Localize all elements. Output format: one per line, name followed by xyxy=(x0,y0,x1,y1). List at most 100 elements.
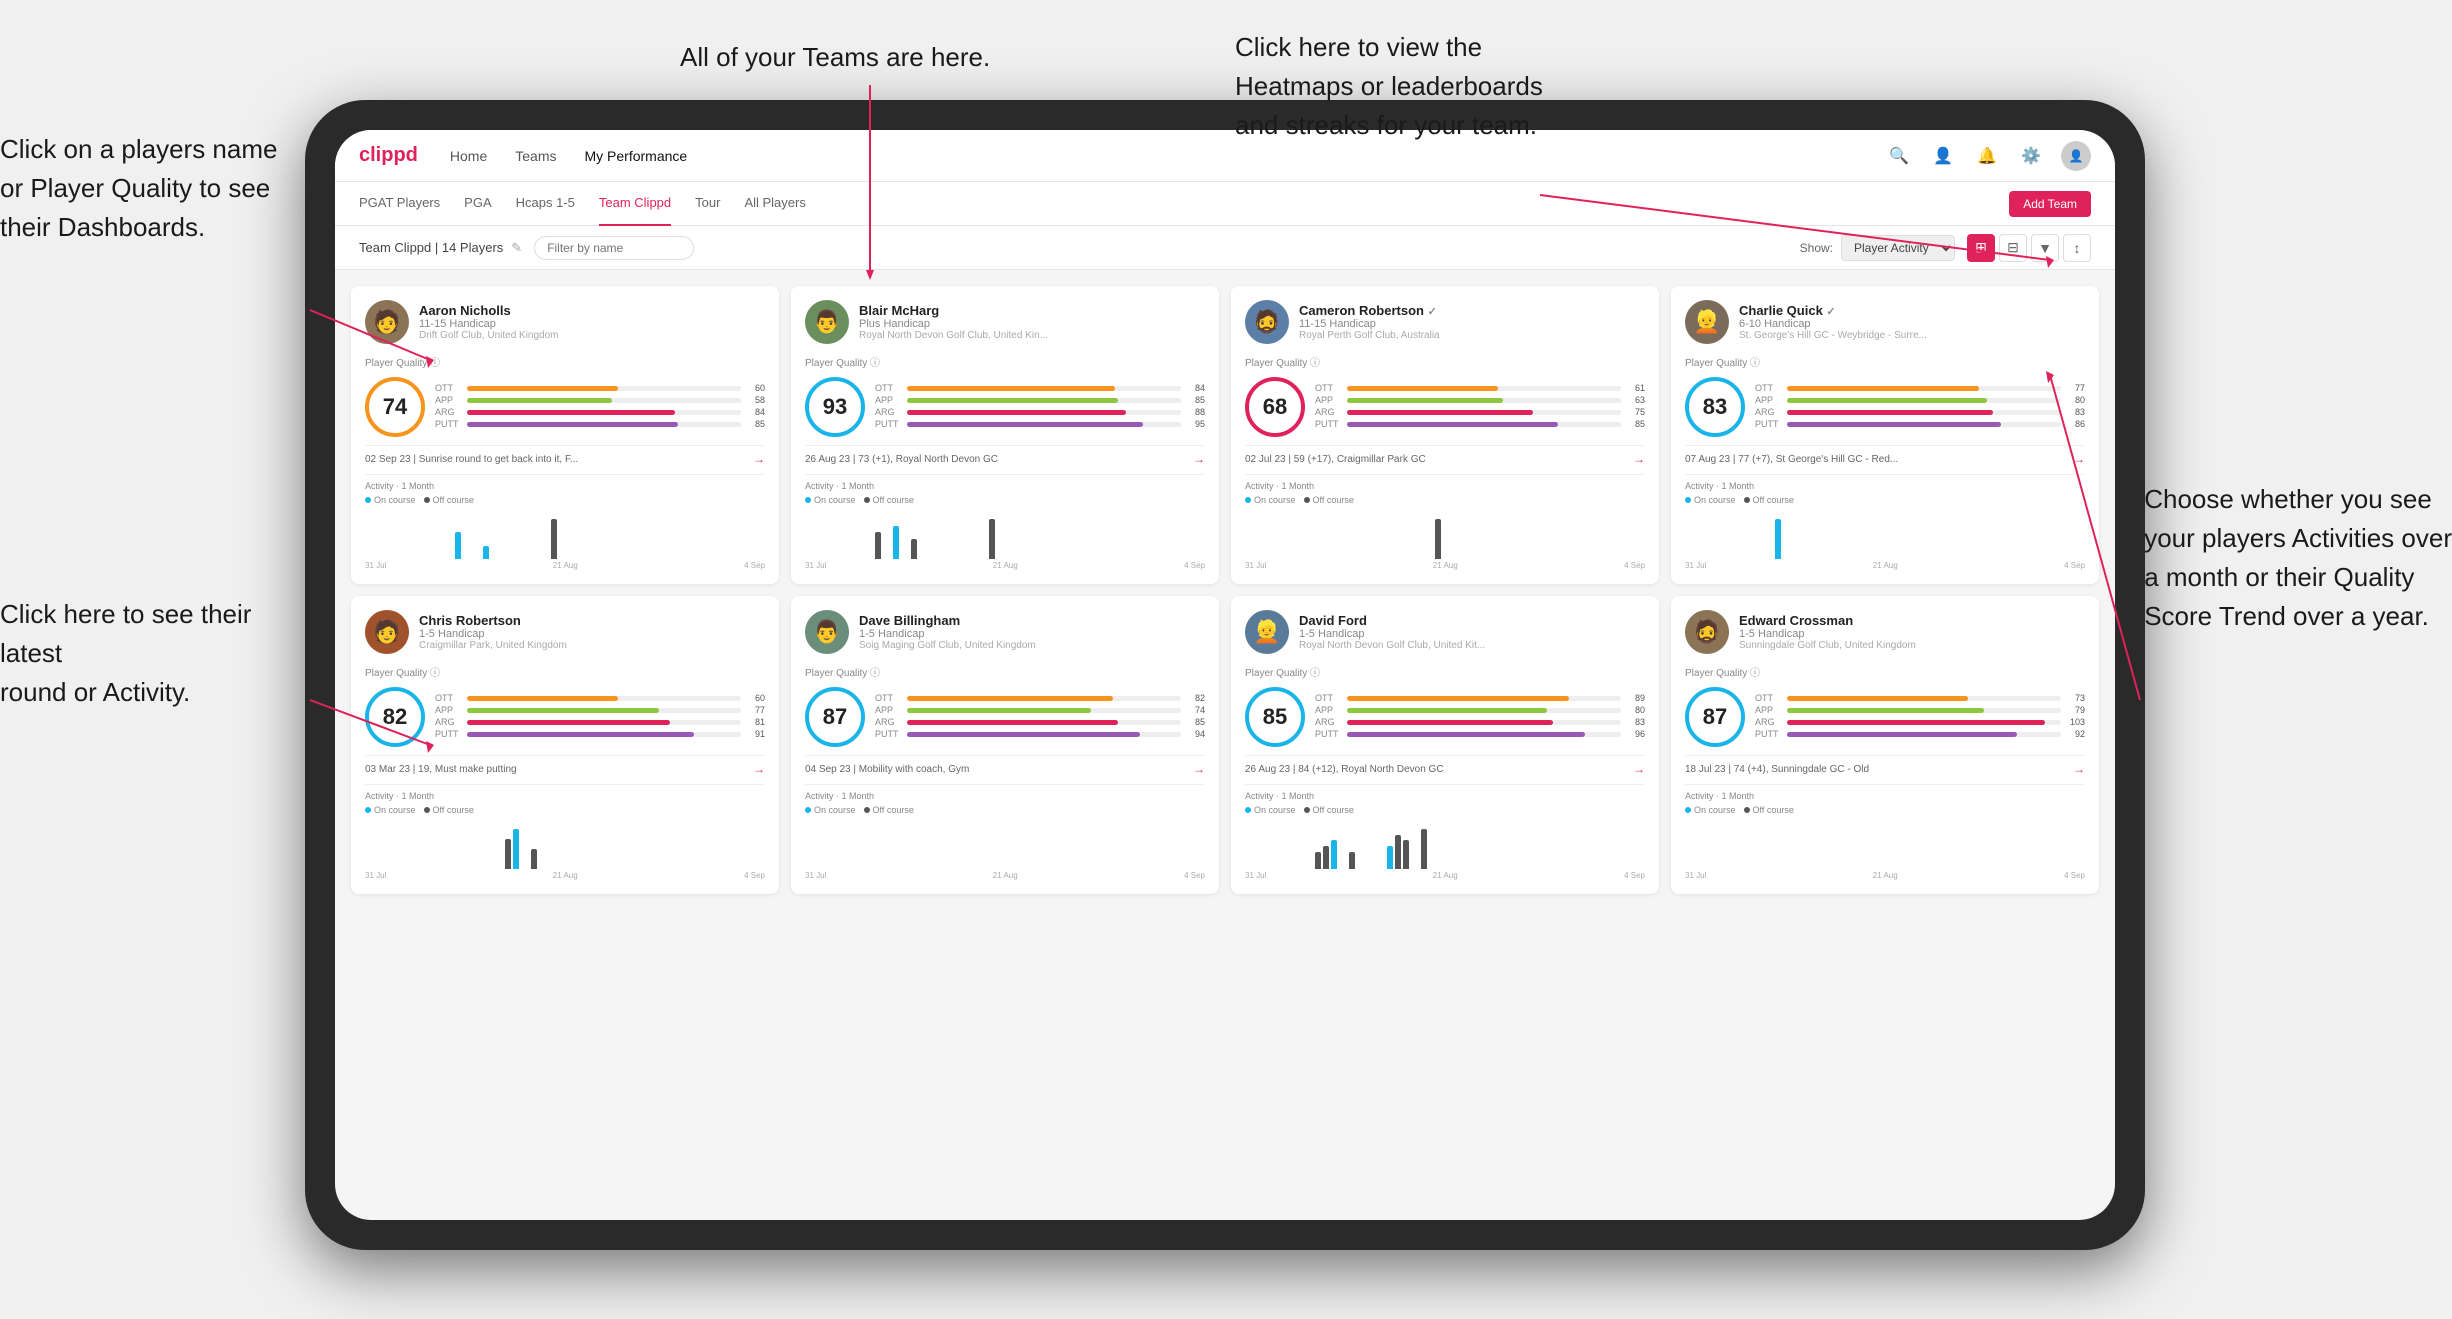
activity-chart xyxy=(365,509,765,559)
player-card[interactable]: 🧔 Edward Crossman 1-5 Handicap Sunningda… xyxy=(1671,596,2099,894)
player-card[interactable]: 👱 David Ford 1-5 Handicap Royal North De… xyxy=(1231,596,1659,894)
latest-round[interactable]: 07 Aug 23 | 77 (+7), St George's Hill GC… xyxy=(1685,445,2085,466)
player-card[interactable]: 👨 Blair McHarg Plus Handicap Royal North… xyxy=(791,286,1219,584)
round-text: 26 Aug 23 | 73 (+1), Royal North Devon G… xyxy=(805,454,998,465)
subnav-team-clippd[interactable]: Team Clippd xyxy=(599,182,671,226)
subnav-hcaps[interactable]: Hcaps 1-5 xyxy=(516,182,575,226)
player-avatar: 🧔 xyxy=(1685,610,1729,654)
latest-round[interactable]: 03 Mar 23 | 19, Must make putting → xyxy=(365,755,765,776)
show-label: Show: xyxy=(1800,241,1833,255)
app-stat: APP 80 xyxy=(1315,705,1645,715)
ott-stat: OTT 61 xyxy=(1315,383,1645,393)
player-card[interactable]: 👱 Charlie Quick ✓ 6-10 Handicap St. Geor… xyxy=(1671,286,2099,584)
activity-chart xyxy=(1685,819,2085,869)
sub-nav: PGAT Players PGA Hcaps 1-5 Team Clippd T… xyxy=(335,182,2115,226)
offcourse-dot xyxy=(424,497,430,503)
latest-round[interactable]: 04 Sep 23 | Mobility with coach, Gym → xyxy=(805,755,1205,776)
latest-round[interactable]: 26 Aug 23 | 73 (+1), Royal North Devon G… xyxy=(805,445,1205,466)
offcourse-legend: Off course xyxy=(1744,495,1794,505)
chart-label-end: 4 Sep xyxy=(1184,561,1205,570)
edit-icon[interactable]: ✎ xyxy=(511,240,522,256)
latest-round[interactable]: 02 Sep 23 | Sunrise round to get back in… xyxy=(365,445,765,466)
oncourse-label: On course xyxy=(374,495,416,505)
arg-stat: ARG 85 xyxy=(875,717,1205,727)
quality-row: 87 OTT 82 APP 74 ARG 85 PUT xyxy=(805,687,1205,747)
player-club: Craigmillar Park, United Kingdom xyxy=(419,640,765,651)
oncourse-dot xyxy=(365,497,371,503)
subnav-all-players[interactable]: All Players xyxy=(744,182,805,226)
putt-stat: PUTT 92 xyxy=(1755,729,2085,739)
arg-stat: ARG 75 xyxy=(1315,407,1645,417)
player-club: Royal Perth Golf Club, Australia xyxy=(1299,330,1645,341)
player-handicap: 11-15 Handicap xyxy=(419,318,765,330)
player-card[interactable]: 🧔 Cameron Robertson ✓ 11-15 Handicap Roy… xyxy=(1231,286,1659,584)
oncourse-dot xyxy=(1245,497,1251,503)
quality-score[interactable]: 68 xyxy=(1245,377,1305,437)
chart-labels: 31 Jul 21 Aug 4 Sep xyxy=(805,871,1205,880)
quality-score[interactable]: 93 xyxy=(805,377,865,437)
player-name[interactable]: Edward Crossman xyxy=(1739,613,2085,628)
grid4-view-icon[interactable]: ⊞ xyxy=(1967,234,1995,262)
player-name[interactable]: David Ford xyxy=(1299,613,1645,628)
player-name[interactable]: Charlie Quick ✓ xyxy=(1739,303,2085,318)
activity-header: Activity · 1 Month xyxy=(1685,481,2085,491)
arg-stat: ARG 81 xyxy=(435,717,765,727)
add-team-button[interactable]: Add Team xyxy=(2009,191,2091,217)
chart-labels: 31 Jul 21 Aug 4 Sep xyxy=(1685,561,2085,570)
player-name[interactable]: Dave Billingham xyxy=(859,613,1205,628)
player-info: Dave Billingham 1-5 Handicap Soig Maging… xyxy=(859,613,1205,651)
quality-score[interactable]: 87 xyxy=(1685,687,1745,747)
sort-icon[interactable]: ↕ xyxy=(2063,234,2091,262)
offcourse-dot xyxy=(424,807,430,813)
player-name[interactable]: Blair McHarg xyxy=(859,303,1205,318)
latest-round[interactable]: 26 Aug 23 | 84 (+12), Royal North Devon … xyxy=(1245,755,1645,776)
grid3-view-icon[interactable]: ⊟ xyxy=(1999,234,2027,262)
quality-score[interactable]: 74 xyxy=(365,377,425,437)
ott-stat: OTT 84 xyxy=(875,383,1205,393)
nav-home[interactable]: Home xyxy=(450,148,487,164)
search-icon[interactable]: 🔍 xyxy=(1885,142,1913,170)
latest-round[interactable]: 02 Jul 23 | 59 (+17), Craigmillar Park G… xyxy=(1245,445,1645,466)
app-stat: APP 77 xyxy=(435,705,765,715)
ott-stat: OTT 60 xyxy=(435,383,765,393)
oncourse-dot xyxy=(365,807,371,813)
quality-score[interactable]: 82 xyxy=(365,687,425,747)
nav-teams[interactable]: Teams xyxy=(515,148,556,164)
player-card[interactable]: 🧑 Aaron Nicholls 11-15 Handicap Drift Go… xyxy=(351,286,779,584)
filter-view-icon[interactable]: ▼ xyxy=(2031,234,2059,262)
player-name[interactable]: Cameron Robertson ✓ xyxy=(1299,303,1645,318)
nav-icons: 🔍 👤 🔔 ⚙️ 👤 xyxy=(1885,141,2091,171)
subnav-pga[interactable]: PGA xyxy=(464,182,491,226)
subnav-pgat[interactable]: PGAT Players xyxy=(359,182,440,226)
annotation-teams: All of your Teams are here. xyxy=(680,38,990,77)
person-icon[interactable]: 👤 xyxy=(1929,142,1957,170)
player-club: Drift Golf Club, United Kingdom xyxy=(419,330,765,341)
nav-my-performance[interactable]: My Performance xyxy=(584,148,687,164)
putt-stat: PUTT 95 xyxy=(875,419,1205,429)
activity-legend: On course Off course xyxy=(1245,495,1645,505)
oncourse-dot xyxy=(805,497,811,503)
offcourse-legend: Off course xyxy=(864,495,914,505)
arg-stat: ARG 88 xyxy=(875,407,1205,417)
subnav-tour[interactable]: Tour xyxy=(695,182,720,226)
player-card[interactable]: 🧑 Chris Robertson 1-5 Handicap Craigmill… xyxy=(351,596,779,894)
chart-label-start: 31 Jul xyxy=(1245,871,1266,880)
player-name[interactable]: Aaron Nicholls xyxy=(419,303,765,318)
app-stat: APP 85 xyxy=(875,395,1205,405)
view-icons: ⊞ ⊟ ▼ ↕ xyxy=(1967,234,2091,262)
quality-score[interactable]: 87 xyxy=(805,687,865,747)
oncourse-legend: On course xyxy=(365,495,416,505)
latest-round[interactable]: 18 Jul 23 | 74 (+4), Sunningdale GC - Ol… xyxy=(1685,755,2085,776)
oncourse-legend: On course xyxy=(1245,495,1296,505)
quality-score[interactable]: 85 xyxy=(1245,687,1305,747)
quality-score[interactable]: 83 xyxy=(1685,377,1745,437)
filter-input[interactable] xyxy=(534,236,694,260)
show-select[interactable]: Player Activity xyxy=(1841,235,1955,261)
settings-icon[interactable]: ⚙️ xyxy=(2017,142,2045,170)
bell-icon[interactable]: 🔔 xyxy=(1973,142,2001,170)
chart-label-end: 4 Sep xyxy=(744,871,765,880)
activity-legend: On course Off course xyxy=(365,805,765,815)
player-card[interactable]: 👨 Dave Billingham 1-5 Handicap Soig Magi… xyxy=(791,596,1219,894)
player-name[interactable]: Chris Robertson xyxy=(419,613,765,628)
user-avatar[interactable]: 👤 xyxy=(2061,141,2091,171)
